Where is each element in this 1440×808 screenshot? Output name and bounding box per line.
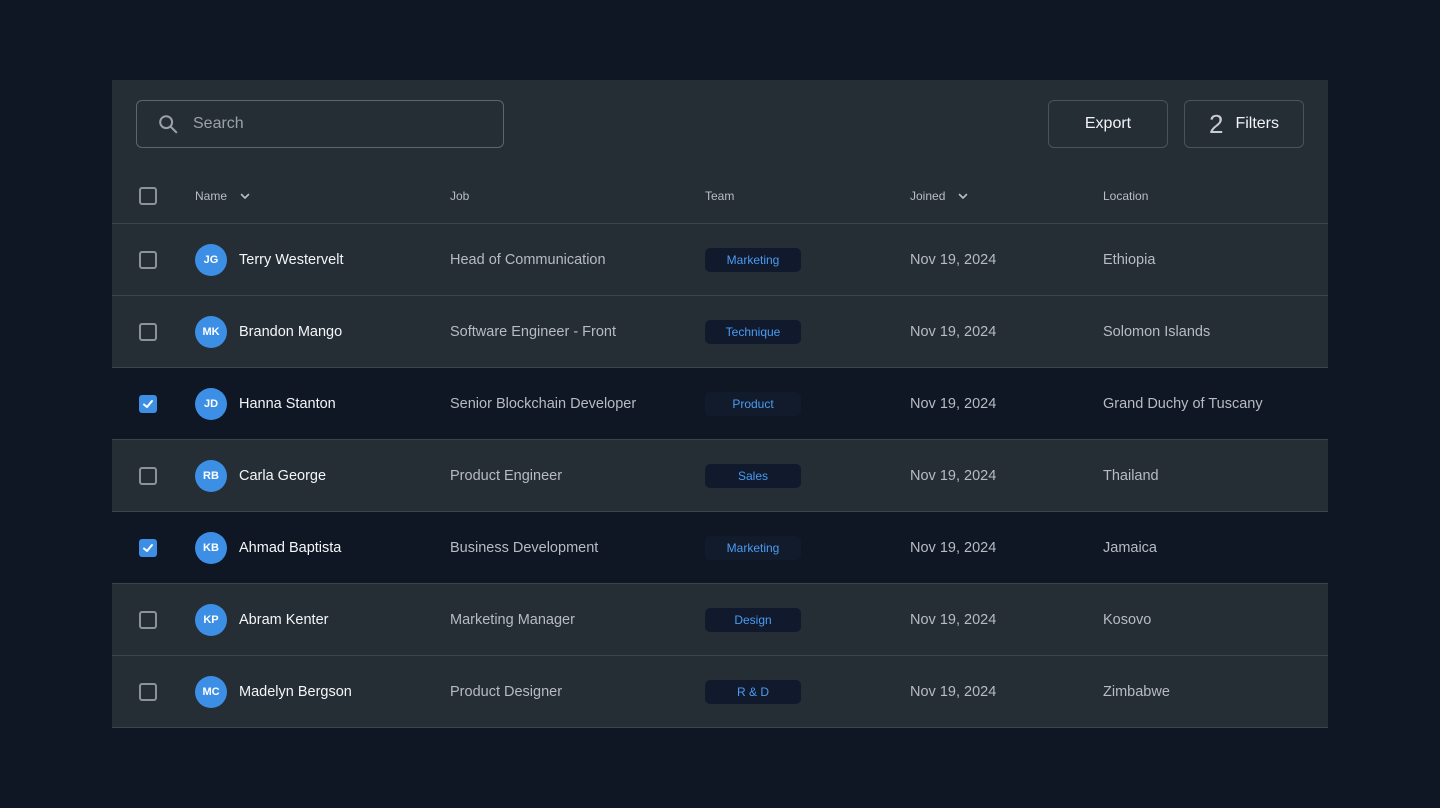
member-job: Senior Blockchain Developer xyxy=(450,396,637,412)
member-location: Solomon Islands xyxy=(1103,324,1211,340)
member-joined-date: Nov 19, 2024 xyxy=(910,684,997,700)
row-checkbox[interactable] xyxy=(139,251,157,269)
column-header-job-label: Job xyxy=(450,189,470,203)
row-checkbox[interactable] xyxy=(139,539,157,557)
column-header-joined[interactable]: Joined xyxy=(910,168,969,224)
table-row[interactable]: JG Terry Westervelt Head of Communication M… xyxy=(112,224,1328,296)
column-header-name[interactable]: Name xyxy=(195,168,251,224)
table-row[interactable]: MK Brandon Mango Software Engineer - Front… xyxy=(112,296,1328,368)
filters-label: Filters xyxy=(1235,115,1280,132)
member-name[interactable]: Hanna Stanton xyxy=(239,368,336,440)
avatar: KP xyxy=(195,604,227,636)
member-job: Marketing Manager xyxy=(450,612,575,628)
table-row[interactable]: MC Madelyn Bergson Product Designer R & D No… xyxy=(112,656,1328,728)
member-location: Thailand xyxy=(1103,468,1159,484)
member-name[interactable]: Terry Westervelt xyxy=(239,224,343,296)
avatar: KB xyxy=(195,532,227,564)
avatar: JD xyxy=(195,388,227,420)
team-badge: Marketing xyxy=(705,248,801,272)
team-badge: Sales xyxy=(705,464,801,488)
search-input[interactable] xyxy=(193,115,483,133)
table-row[interactable]: KP Abram Kenter Marketing Manager Design Nov… xyxy=(112,584,1328,656)
row-checkbox[interactable] xyxy=(139,467,157,485)
search-icon xyxy=(159,115,178,134)
member-joined-date: Nov 19, 2024 xyxy=(910,540,997,556)
select-all-checkbox[interactable] xyxy=(139,187,157,205)
table-toolbar: Export 2 Filters xyxy=(112,80,1328,168)
avatar: MK xyxy=(195,316,227,348)
member-location: Kosovo xyxy=(1103,612,1152,628)
member-joined-date: Nov 19, 2024 xyxy=(910,468,997,484)
avatar: MC xyxy=(195,676,227,708)
member-joined-date: Nov 19, 2024 xyxy=(910,396,997,412)
member-location: Ethiopia xyxy=(1103,252,1156,268)
members-table-panel: Export 2 Filters Name Job Team Joined Lo… xyxy=(112,80,1328,728)
table-row[interactable]: KB Ahmad Baptista Business Development Mark… xyxy=(112,512,1328,584)
column-header-location: Location xyxy=(1103,168,1148,224)
member-job: Business Development xyxy=(450,540,599,556)
row-checkbox[interactable] xyxy=(139,395,157,413)
column-header-job: Job xyxy=(450,168,469,224)
team-badge: Design xyxy=(705,608,801,632)
search-box[interactable] xyxy=(136,100,504,148)
table-header: Name Job Team Joined Location xyxy=(112,168,1328,224)
member-job: Head of Communication xyxy=(450,252,606,268)
row-checkbox[interactable] xyxy=(139,683,157,701)
member-joined-date: Nov 19, 2024 xyxy=(910,252,997,268)
member-joined-date: Nov 19, 2024 xyxy=(910,612,997,628)
row-checkbox[interactable] xyxy=(139,611,157,629)
filters-button[interactable]: 2 Filters xyxy=(1184,100,1304,148)
member-job: Product Engineer xyxy=(450,468,563,484)
team-badge: Product xyxy=(705,392,801,416)
member-name[interactable]: Madelyn Bergson xyxy=(239,656,352,728)
member-name[interactable]: Carla George xyxy=(239,440,326,512)
member-job: Software Engineer - Front xyxy=(450,324,617,340)
team-badge: Technique xyxy=(705,320,801,344)
column-header-team: Team xyxy=(705,168,734,224)
table-row[interactable]: JD Hanna Stanton Senior Blockchain Develop… xyxy=(112,368,1328,440)
member-name[interactable]: Brandon Mango xyxy=(239,296,342,368)
column-header-joined-label: Joined xyxy=(910,189,946,203)
column-header-team-label: Team xyxy=(705,189,735,203)
member-name[interactable]: Abram Kenter xyxy=(239,584,328,656)
member-location: Grand Duchy of Tuscany xyxy=(1103,396,1263,412)
filters-count: 2 xyxy=(1208,109,1224,139)
chevron-down-icon xyxy=(240,193,250,199)
column-header-location-label: Location xyxy=(1103,189,1149,203)
column-header-name-label: Name xyxy=(195,189,228,203)
table-row[interactable]: RB Carla George Product Engineer Sales Nov 1… xyxy=(112,440,1328,512)
team-badge: R & D xyxy=(705,680,801,704)
member-location: Jamaica xyxy=(1103,540,1157,556)
avatar: JG xyxy=(195,244,227,276)
member-joined-date: Nov 19, 2024 xyxy=(910,324,997,340)
member-location: Zimbabwe xyxy=(1103,684,1170,700)
avatar: RB xyxy=(195,460,227,492)
row-checkbox[interactable] xyxy=(139,323,157,341)
export-button[interactable]: Export xyxy=(1048,100,1168,148)
member-job: Product Designer xyxy=(450,684,563,700)
chevron-down-icon xyxy=(959,193,968,199)
member-name[interactable]: Ahmad Baptista xyxy=(239,512,341,584)
team-badge: Marketing xyxy=(705,536,801,560)
